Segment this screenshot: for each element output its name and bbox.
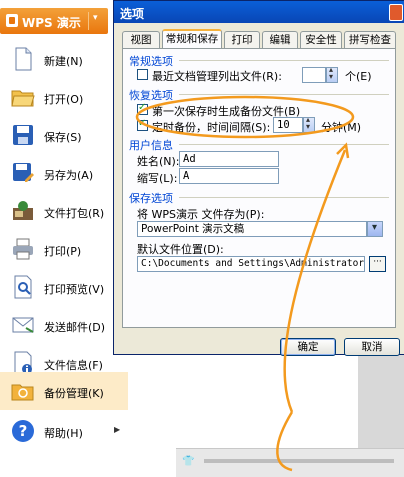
print-icon (13, 238, 33, 260)
print-preview-icon (14, 275, 32, 299)
menu-label: 保存(S) (44, 131, 82, 144)
menu-label: 文件信息(F) (44, 359, 103, 372)
menu-item-save[interactable]: 保存(S) (0, 116, 128, 154)
app-title: WPS 演示 (22, 16, 81, 30)
menu-item-package[interactable]: 文件打包(R) ▶ (0, 192, 128, 230)
title-separator (88, 12, 89, 30)
timed-backup-label: 定时备份，时间间隔(S): (152, 121, 271, 134)
tab-panel: 常规选项 最近文档管理列出文件(R): 个(E) 恢复选项 第一次保存时生成备份… (122, 48, 396, 328)
ok-button[interactable]: 确定 (280, 338, 336, 356)
shirt-icon[interactable]: 👕 (182, 456, 194, 468)
menu-label: 打开(O) (44, 93, 84, 106)
backup-interval-spinner[interactable] (303, 115, 315, 133)
browse-button[interactable]: ··· (369, 256, 386, 272)
package-icon (13, 201, 33, 220)
options-dialog: 选项 视图 常规和保存 打印 编辑 安全性 拼写检查 常规选项 最近文档管理列出… (113, 0, 404, 356)
menu-label: 发送邮件(D) (44, 321, 106, 334)
default-location-input[interactable]: C:\Documents and Settings\Administrator\… (137, 256, 365, 272)
menu-item-backup[interactable]: 备份管理(K) (0, 372, 128, 410)
status-bar: 👕 (176, 448, 404, 477)
zoom-slider[interactable] (204, 459, 394, 463)
wps-file-menu: WPS 演示 ▾ 新建(N) 打开(O) 保存(S) 另存为(A) 文件打包(R… (0, 0, 128, 476)
help-icon: ? (12, 420, 34, 442)
menu-label: 打印预览(V) (44, 283, 105, 296)
menu-item-help[interactable]: ? 帮助(H) ▶ (0, 412, 128, 450)
chevron-down-icon[interactable] (367, 221, 383, 237)
save-options-section-title: 保存选项 (129, 192, 173, 205)
backup-first-save-checkbox[interactable] (137, 102, 148, 115)
dialog-title: 选项 (120, 7, 145, 21)
tab-edit[interactable]: 编辑 (262, 31, 298, 48)
menu-label: 帮助(H) (44, 427, 83, 440)
backup-interval-unit: 分钟(M) (321, 121, 362, 134)
cancel-button[interactable]: 取消 (344, 338, 400, 356)
default-location-label: 默认文件位置(D): (137, 243, 224, 256)
tab-spell-check[interactable]: 拼写检查 (344, 31, 396, 48)
initials-input[interactable]: A (179, 168, 279, 184)
wps-menu-button[interactable]: WPS 演示 ▾ (0, 8, 108, 34)
wps-logo-icon (6, 14, 18, 27)
close-icon[interactable] (389, 4, 403, 21)
send-mail-icon (12, 317, 34, 333)
save-as-icon (13, 163, 34, 182)
tab-general-save[interactable]: 常规和保存 (162, 29, 222, 49)
menu-label: 新建(N) (44, 55, 83, 68)
svg-text:?: ? (19, 422, 28, 440)
user-info-section-title: 用户信息 (129, 139, 173, 152)
menu-item-new[interactable]: 新建(N) (0, 40, 128, 78)
new-file-icon (15, 47, 32, 71)
recent-files-unit: 个(E) (345, 70, 372, 83)
tab-security[interactable]: 安全性 (300, 31, 342, 48)
menu-item-save-as[interactable]: 另存为(A) (0, 154, 128, 192)
section-divider (179, 197, 389, 198)
recent-files-checkbox[interactable] (137, 69, 148, 80)
chevron-down-icon[interactable]: ▾ (93, 13, 98, 23)
save-icon (13, 125, 33, 145)
backup-icon (11, 384, 34, 401)
save-as-format-select[interactable]: PowerPoint 演示文稿 (137, 221, 367, 237)
initials-label: 缩写(L): (137, 172, 178, 185)
recent-files-input[interactable] (302, 67, 326, 83)
menu-label: 备份管理(K) (44, 387, 104, 400)
name-input[interactable]: Ad (179, 151, 279, 167)
section-divider (179, 144, 389, 145)
submenu-arrow-icon: ▶ (114, 425, 121, 434)
recent-files-spinner[interactable] (326, 65, 338, 83)
timed-backup-checkbox[interactable] (137, 118, 148, 131)
section-divider (179, 60, 389, 61)
menu-item-send-mail[interactable]: 发送邮件(D) (0, 306, 128, 344)
section-divider (179, 94, 389, 95)
tab-print[interactable]: 打印 (224, 31, 260, 48)
menu-label: 打印(P) (44, 245, 82, 258)
open-folder-icon (11, 90, 35, 107)
general-section-title: 常规选项 (129, 55, 173, 68)
menu-item-open[interactable]: 打开(O) (0, 78, 128, 116)
backup-interval-input[interactable]: 10 (273, 117, 303, 133)
menu-item-print-preview[interactable]: 打印预览(V) (0, 268, 128, 306)
recent-files-label: 最近文档管理列出文件(R): (152, 70, 282, 83)
name-label: 姓名(N): (137, 155, 180, 168)
menu-label: 文件打包(R) (44, 207, 105, 220)
menu-label: 另存为(A) (44, 169, 94, 182)
tab-view[interactable]: 视图 (122, 31, 160, 48)
dialog-title-bar[interactable]: 选项 (114, 1, 404, 23)
menu-item-print[interactable]: 打印(P) (0, 230, 128, 268)
recovery-section-title: 恢复选项 (129, 89, 173, 102)
save-as-format-label: 将 WPS演示 文件存为(P): (137, 208, 265, 221)
